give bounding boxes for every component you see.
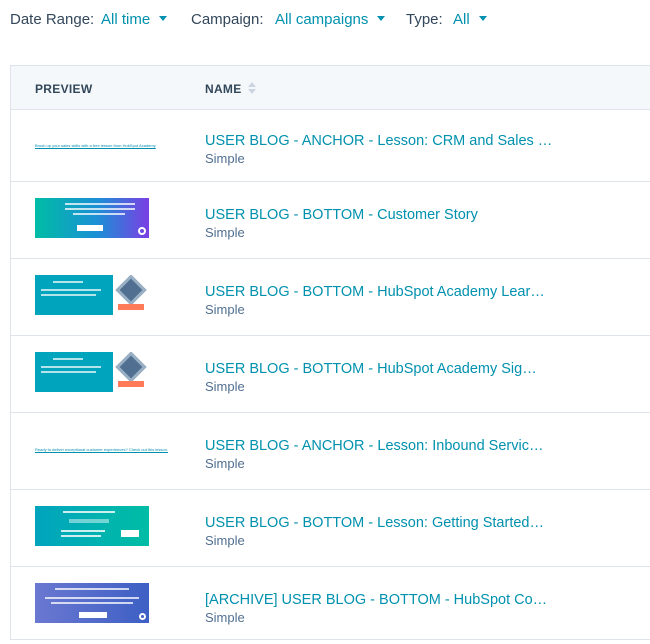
date-range-value: All time [101, 11, 151, 28]
cta-name-link[interactable]: USER BLOG - BOTTOM - Lesson: Getting Sta… [205, 515, 544, 531]
campaign-label: Campaign: [191, 11, 264, 28]
table-row: Ready to deliver exceptional customer ex… [11, 413, 650, 490]
date-range-dropdown[interactable]: All time [101, 11, 168, 28]
table-header: PREVIEW NAME [11, 66, 650, 110]
cta-preview[interactable] [35, 275, 149, 315]
cta-type: Simple [205, 379, 245, 394]
filter-bar: Date Range: All time Campaign: All campa… [0, 0, 650, 40]
cta-name-link[interactable]: USER BLOG - ANCHOR - Lesson: Inbound Ser… [205, 438, 543, 454]
chevron-down-icon [159, 16, 168, 21]
table-row: USER BLOG - BOTTOM - HubSpot Academy Lea… [11, 259, 650, 336]
type-value: All [453, 11, 470, 28]
cta-type: Simple [205, 151, 245, 166]
cta-name-link[interactable]: [ARCHIVE] USER BLOG - BOTTOM - HubSpot C… [205, 592, 547, 608]
column-header-preview: PREVIEW [35, 82, 93, 96]
column-header-name[interactable]: NAME [205, 82, 242, 96]
table-row: USER BLOG - BOTTOM - Customer Story Simp… [11, 182, 650, 259]
date-range-label: Date Range: [10, 11, 95, 28]
cube-icon [115, 275, 147, 306]
sprocket-icon [139, 613, 146, 620]
sprocket-icon [138, 227, 146, 235]
cube-icon [115, 352, 147, 383]
sort-icon[interactable] [248, 82, 256, 96]
preview-text: Brush up your sales skills with a free l… [35, 143, 156, 148]
chevron-down-icon [478, 16, 487, 21]
cta-preview[interactable] [35, 583, 149, 623]
cta-preview[interactable]: Brush up your sales skills with a free l… [35, 126, 156, 166]
table-row: Brush up your sales skills with a free l… [11, 110, 650, 182]
cta-type: Simple [205, 225, 245, 240]
type-label: Type: [406, 11, 443, 28]
cta-type: Simple [205, 456, 245, 471]
cta-name-link[interactable]: USER BLOG - ANCHOR - Lesson: CRM and Sal… [205, 133, 552, 149]
cta-name-link[interactable]: USER BLOG - BOTTOM - HubSpot Academy Lea… [205, 284, 545, 300]
cta-name-link[interactable]: USER BLOG - BOTTOM - Customer Story [205, 207, 478, 223]
type-dropdown[interactable]: All [453, 11, 487, 28]
cta-type: Simple [205, 533, 245, 548]
cta-preview[interactable] [35, 198, 149, 238]
chevron-down-icon [377, 16, 386, 21]
cta-preview[interactable]: Ready to deliver exceptional customer ex… [35, 429, 168, 469]
cta-table: PREVIEW NAME Brush up your sales skills … [10, 65, 650, 640]
preview-text: Ready to deliver exceptional customer ex… [35, 447, 168, 452]
cta-preview[interactable] [35, 506, 149, 546]
cta-type: Simple [205, 302, 245, 317]
cta-type: Simple [205, 610, 245, 625]
cta-name-link[interactable]: USER BLOG - BOTTOM - HubSpot Academy Sig… [205, 361, 537, 377]
campaign-dropdown[interactable]: All campaigns [275, 11, 386, 28]
table-row: USER BLOG - BOTTOM - Lesson: Getting Sta… [11, 490, 650, 567]
table-row: [ARCHIVE] USER BLOG - BOTTOM - HubSpot C… [11, 567, 650, 640]
campaign-value: All campaigns [275, 11, 369, 28]
cta-preview[interactable] [35, 352, 149, 392]
table-row: USER BLOG - BOTTOM - HubSpot Academy Sig… [11, 336, 650, 413]
